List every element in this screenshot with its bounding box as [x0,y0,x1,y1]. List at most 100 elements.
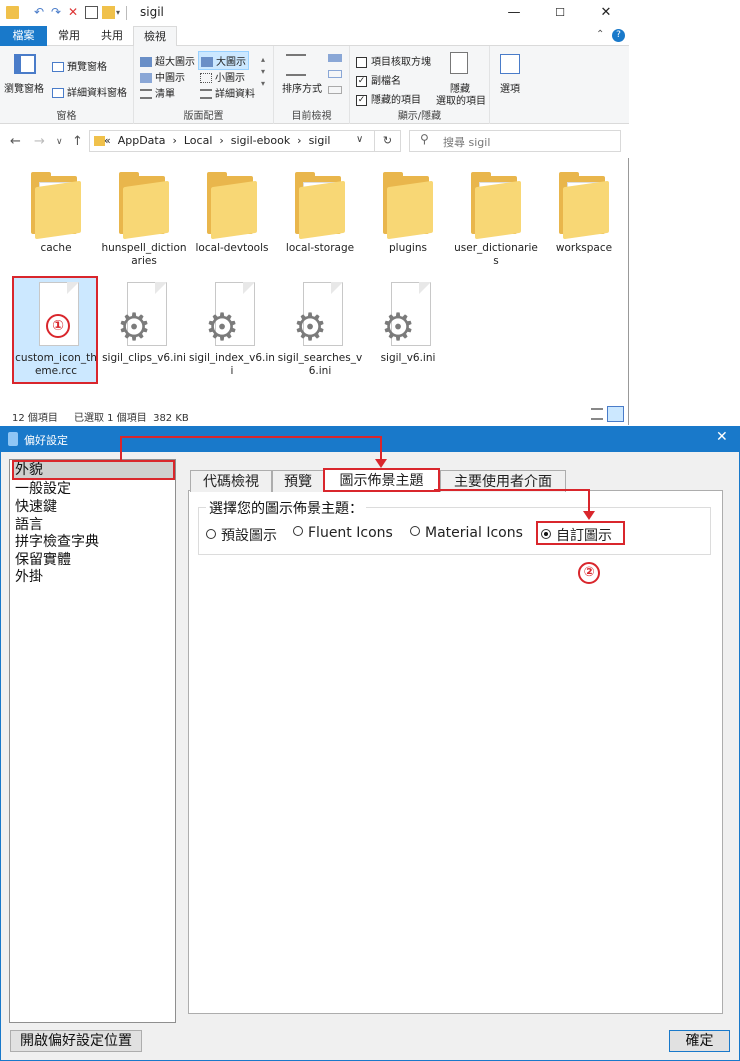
file-extensions-toggle[interactable]: ✓ 副檔名 [356,72,401,87]
maximize-button[interactable]: ☐ [537,0,583,26]
icon-theme-group-label: 選擇您的圖示佈景主題： [206,498,366,518]
folder-icon [383,172,433,240]
ribbon-group-label: 窗格 [56,111,77,122]
undo-icon[interactable]: ↶ [34,6,47,19]
folder-icon [31,172,81,240]
item-checkboxes-toggle[interactable]: 項目核取方塊 [356,53,431,68]
search-box[interactable] [409,130,621,152]
gear-icon: ⚙ [205,305,240,349]
preferences-title: 偏好設定 [24,434,68,447]
customize-quick-access-icon[interactable]: ▾ [116,6,129,19]
details-view-icon[interactable] [591,408,603,420]
options-icon [500,54,520,74]
radio-unchecked [293,526,303,536]
redo-icon[interactable]: ↷ [51,6,64,19]
category-keyboard-shortcuts[interactable]: 快速鍵 [15,498,57,516]
minimize-button[interactable]: — [491,0,537,26]
category-general[interactable]: 一般設定 [15,480,71,498]
category-preserve-entities[interactable]: 保留實體 [15,551,71,569]
navigation-pane-icon [14,54,36,74]
refresh-icon[interactable]: ↻ [375,130,401,152]
checkbox-checked: ✓ [356,75,367,87]
properties-icon[interactable] [85,6,98,19]
radio-default-label: 預設圖示 [221,528,277,544]
item-name: local-devtools [195,242,269,254]
gear-icon: ⚙ [293,305,328,349]
file-item-sigil-clips[interactable]: ⚙ sigil_clips_v6.ini [100,282,188,365]
layout-medium-label: 中圖示 [155,73,185,84]
item-name: cache [40,242,72,254]
settings-file-icon: ⚙ [293,282,343,348]
checkbox-checked: ✓ [356,94,367,106]
hide-selected-line2[interactable]: 選取的項目 [436,92,486,107]
preview-pane-button[interactable]: 預覽窗格 [52,58,107,73]
radio-custom-icons[interactable]: 自訂圖示 [541,525,612,545]
category-plugins[interactable]: 外掛 [15,568,43,586]
search-input[interactable]: 搜尋 sigil [443,134,490,150]
up-arrow-icon[interactable]: ↑ [72,134,83,149]
collapse-ribbon-icon[interactable]: ⌃ [596,29,604,40]
item-name: user_dictionaries [454,242,538,267]
tab-home[interactable]: 常用 [47,26,91,46]
title-separator [126,6,127,20]
tab-view[interactable]: 檢視 [133,26,177,47]
tab-file[interactable]: 檔案 [0,26,47,46]
open-preferences-location-button[interactable]: 開啟偏好設定位置 [10,1030,142,1052]
layout-scroll-icon[interactable]: ▴ ▾ ▾ [261,54,265,90]
tab-icon-theme[interactable]: 圖示佈景主題 [323,468,440,492]
item-name: plugins [389,242,427,254]
back-arrow-icon[interactable]: ← [10,134,21,149]
close-button[interactable]: ✕ [583,0,629,26]
tab-code-view[interactable]: 代碼檢視 [190,470,272,492]
hidden-items-toggle[interactable]: ✓ 隱藏的項目 [356,91,421,106]
tab-preview[interactable]: 預覽 [272,470,324,492]
group-by-icon[interactable] [328,54,342,62]
folder-item-cache[interactable]: cache [12,172,100,255]
folder-item-plugins[interactable]: plugins [364,172,452,255]
hidden-items-label: 隱藏的項目 [371,95,421,106]
help-icon[interactable]: ? [612,29,625,42]
layout-medium-icons[interactable]: 中圖示 [140,69,185,84]
folder-item-local-storage[interactable]: local-storage [276,172,364,255]
close-icon[interactable]: ✕ [716,429,728,445]
category-language[interactable]: 語言 [15,516,43,534]
layout-list[interactable]: 清單 [140,85,175,100]
file-item-sigil-index[interactable]: ⚙ sigil_index_v6.ini [188,282,276,378]
radio-custom-label: 自訂圖示 [556,528,612,544]
ok-button[interactable]: 確定 [669,1030,730,1052]
layout-xl-icons[interactable]: 超大圖示 [140,53,195,68]
radio-fluent-icons[interactable]: Fluent Icons [293,525,393,541]
layout-small-icons[interactable]: 小圖示 [200,69,245,84]
folder-item-workspace[interactable]: workspace [540,172,628,255]
layout-details[interactable]: 詳細資料 [200,85,255,100]
folder-item-local-devtools[interactable]: local-devtools [188,172,276,255]
new-folder-icon[interactable] [102,6,115,19]
category-appearance[interactable]: 外貌 [15,461,43,479]
chevron-down-icon[interactable]: ∨ [356,134,363,145]
sort-by-button[interactable]: 排序方式 [282,80,322,95]
tab-share[interactable]: 共用 [91,26,133,46]
radio-material-icons[interactable]: Material Icons [410,525,523,541]
category-spellcheck-dictionaries[interactable]: 拼字檢查字典 [15,533,99,551]
large-icons-view-icon[interactable] [607,406,624,422]
options-button[interactable]: 選項 [500,80,520,95]
navigation-pane-button[interactable]: 瀏覽窗格 [4,80,44,95]
folder-item-hunspell[interactable]: hunspell_dictionaries [100,172,188,268]
folder-item-user-dictionaries[interactable]: user_dictionaries [452,172,540,268]
size-columns-icon[interactable] [328,86,342,94]
selection-info: 已選取 1 個項目 382 KB [74,413,189,424]
recent-locations-icon[interactable]: ∨ [56,137,63,147]
layout-large-icons[interactable]: 大圖示 [198,51,249,70]
forward-arrow-icon[interactable]: → [34,134,45,149]
item-checkboxes-label: 項目核取方塊 [371,57,431,68]
arrow-down-icon [375,459,387,468]
file-item-sigil-v6[interactable]: ⚙ sigil_v6.ini [364,282,452,365]
folder-icon [471,172,521,240]
add-columns-icon[interactable] [328,70,342,78]
file-item-sigil-searches[interactable]: ⚙ sigil_searches_v6.ini [276,282,364,378]
radio-default-icons[interactable]: 預設圖示 [206,525,277,545]
file-extensions-label: 副檔名 [371,76,401,87]
delete-icon[interactable]: ✕ [68,6,81,19]
details-pane-button[interactable]: 詳細資料窗格 [52,84,127,99]
address-path[interactable]: « AppData › Local › sigil-ebook › sigil [104,134,330,147]
